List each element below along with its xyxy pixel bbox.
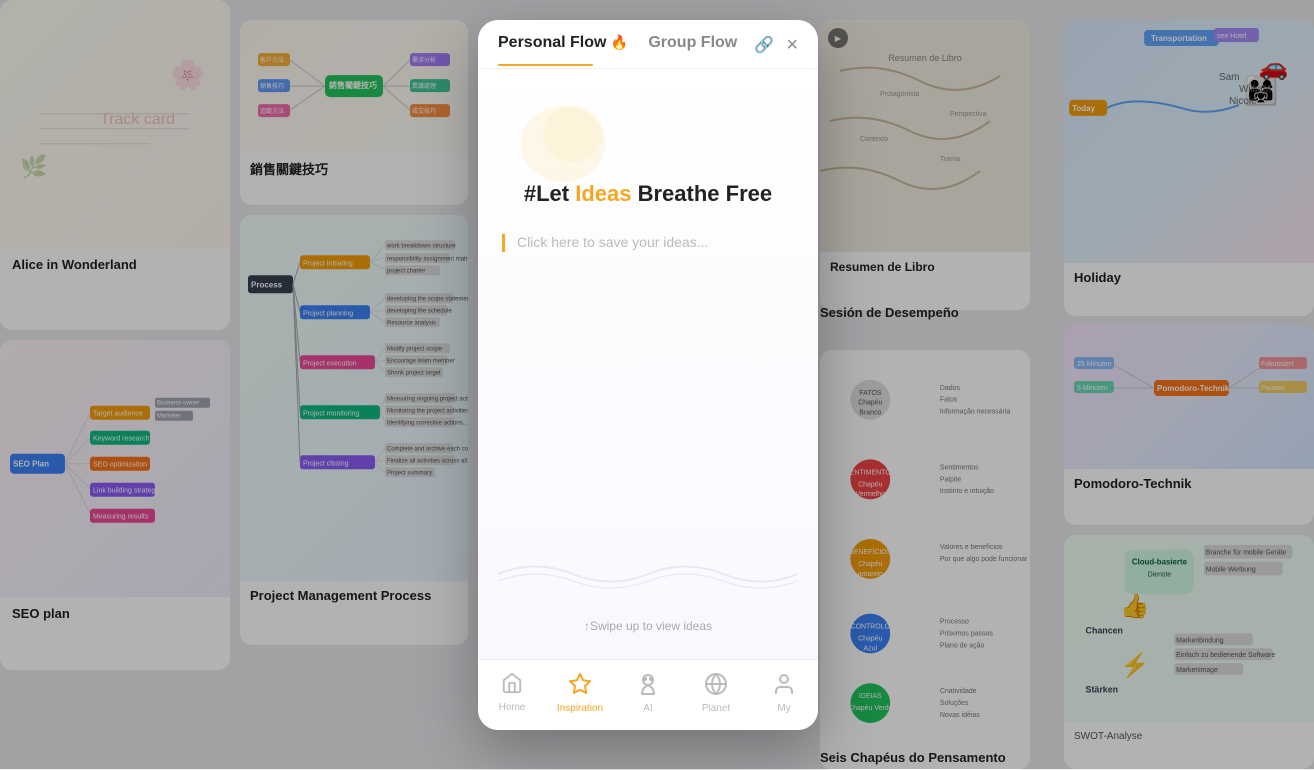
tab-group-flow[interactable]: Group Flow xyxy=(648,34,737,56)
tab-personal-flow[interactable]: Personal Flow 🔥 xyxy=(498,34,628,56)
ai-icon xyxy=(636,672,660,701)
idea-input-placeholder: Click here to save your ideas... xyxy=(517,234,708,250)
bottom-nav: Home Inspiration xyxy=(478,659,818,730)
hero-headline: #Let Ideas Breathe Free xyxy=(498,179,798,210)
planet-icon xyxy=(704,672,728,701)
swipe-hint: ↑Swipe up to view ideas xyxy=(498,609,798,639)
modal-body: #Let Ideas Breathe Free Click here to sa… xyxy=(478,69,818,659)
nav-item-inspiration[interactable]: Inspiration xyxy=(546,668,614,718)
idea-input-area[interactable]: Click here to save your ideas... xyxy=(502,234,794,252)
hero-headline-area: #Let Ideas Breathe Free xyxy=(498,179,798,210)
modal-overlay: Personal Flow 🔥 Group Flow 🔗 × xyxy=(0,0,1314,769)
wave-decoration xyxy=(498,539,798,589)
tab-indicator-personal xyxy=(498,64,593,66)
modal-tabs: Personal Flow 🔥 Group Flow xyxy=(498,34,737,56)
nav-item-planet[interactable]: Planet xyxy=(682,668,750,718)
nav-item-ai[interactable]: AI xyxy=(614,668,682,718)
nav-item-my[interactable]: My xyxy=(750,668,818,718)
home-icon xyxy=(501,672,523,700)
close-icon[interactable]: × xyxy=(786,35,798,55)
modal-dialog: Personal Flow 🔥 Group Flow 🔗 × xyxy=(478,20,818,730)
my-icon xyxy=(772,672,796,701)
nav-item-home[interactable]: Home xyxy=(478,668,546,718)
tab-indicator-group xyxy=(593,64,673,66)
inspiration-icon xyxy=(568,672,592,701)
modal-header: Personal Flow 🔥 Group Flow 🔗 × xyxy=(478,20,818,64)
link-icon[interactable]: 🔗 xyxy=(754,35,774,55)
input-container: Click here to save your ideas... xyxy=(498,234,798,252)
hero-decoration xyxy=(518,99,608,189)
